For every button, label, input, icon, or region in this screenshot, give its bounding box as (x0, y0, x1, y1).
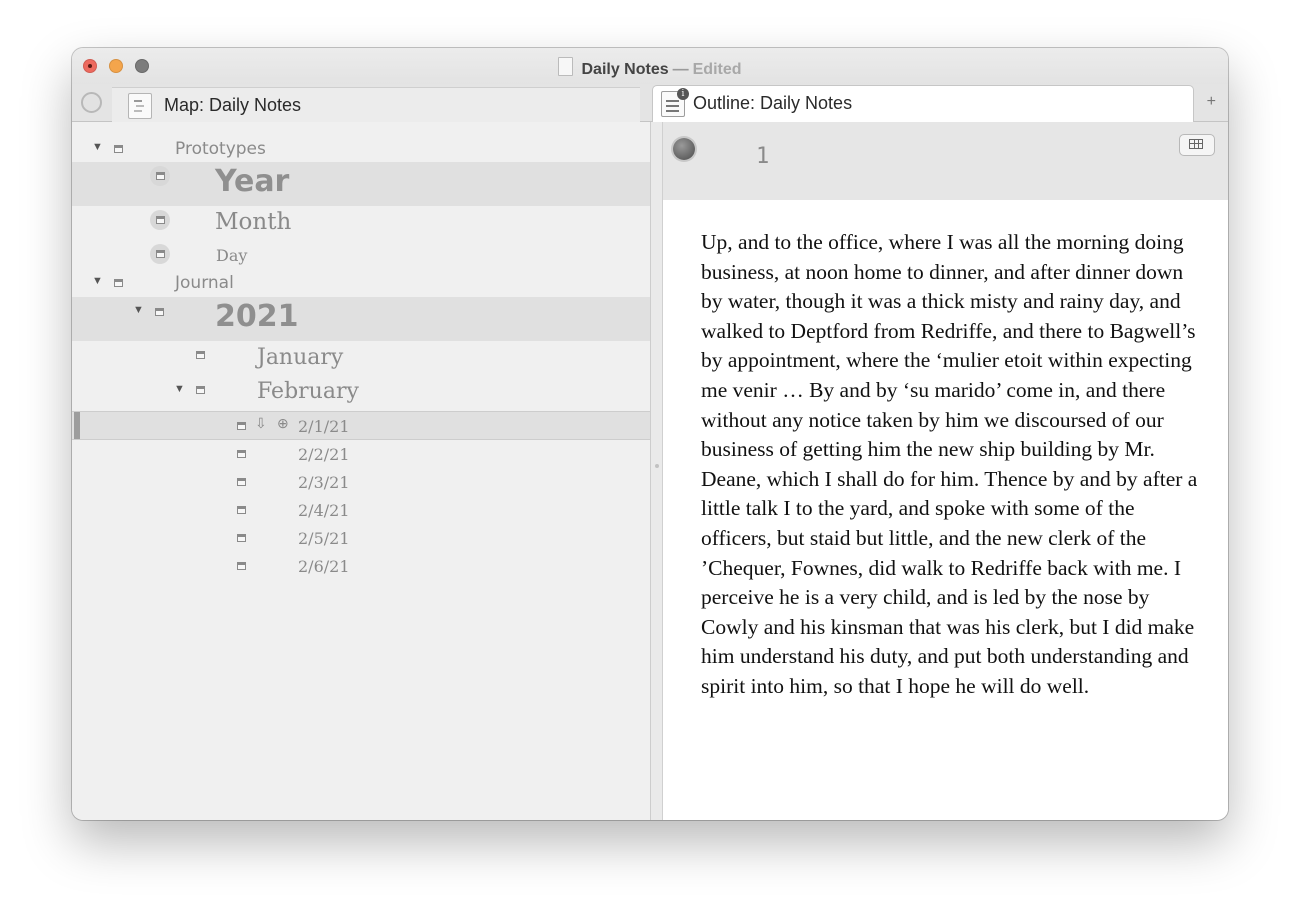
tab-outline[interactable]: i Outline: Daily Notes (652, 85, 1194, 122)
splitter-handle-icon[interactable] (655, 464, 659, 468)
window-title-text: Daily Notes (581, 61, 669, 78)
tab-map-label: Map: Daily Notes (164, 95, 302, 115)
outline-row-prototypes[interactable]: ▼ Prototypes (72, 134, 650, 160)
outline-item-icon (237, 422, 246, 430)
tab-outline-label: Outline: Daily Notes (693, 93, 853, 113)
outline-label: Prototypes (175, 139, 266, 159)
title-bar: Daily Notes — Edited (72, 48, 1228, 84)
outline-row-day[interactable]: Day (72, 243, 650, 269)
note-badge-icon[interactable] (673, 138, 695, 160)
prototype-badge-icon (150, 244, 170, 264)
disclosure-triangle-icon[interactable]: ▼ (92, 141, 103, 153)
outline-row-date[interactable]: 2/4/21 (72, 496, 650, 524)
outline-item-icon (237, 562, 246, 570)
note-text[interactable]: Up, and to the office, where I was all t… (701, 228, 1199, 702)
pane-splitter[interactable] (650, 122, 663, 820)
outline-row-date[interactable]: 2/5/21 (72, 524, 650, 552)
outline-row-date[interactable]: 2/3/21 (72, 468, 650, 496)
outline-row-january[interactable]: January (72, 343, 650, 375)
outline-item-icon (237, 450, 246, 458)
title-separator: — (672, 61, 689, 78)
arrow-down-icon[interactable]: ⇩ (255, 415, 267, 432)
document-icon (558, 57, 574, 76)
table-icon (1189, 139, 1203, 149)
tab-bar: Map: Daily Notes i Outline: Daily Notes … (72, 84, 1228, 122)
outline-label: 2/5/21 (298, 529, 350, 548)
selection-indicator (74, 412, 80, 439)
outline-item-icon (114, 279, 123, 287)
outline-row-journal[interactable]: ▼ Journal (72, 270, 650, 296)
info-badge-icon: i (677, 88, 689, 100)
disclosure-triangle-icon[interactable]: ▼ (174, 383, 185, 395)
outline-item-icon (156, 250, 165, 258)
outline-row-february[interactable]: ▼ February (72, 377, 650, 409)
outline-item-icon (156, 172, 165, 180)
add-tab-button[interactable]: + (1207, 93, 1216, 111)
outline-label: January (257, 345, 344, 370)
outline-item-icon (196, 386, 205, 394)
tab-map[interactable]: Map: Daily Notes (112, 87, 640, 122)
outline-item-icon (237, 534, 246, 542)
note-header: 1 (663, 122, 1228, 200)
outline-label: 2/4/21 (298, 501, 350, 520)
outline-label: 2/6/21 (298, 557, 350, 576)
outline-item-icon (156, 216, 165, 224)
outline-row-month[interactable]: Month (72, 208, 650, 242)
outline-item-icon (237, 506, 246, 514)
outline-pane: ▼ Prototypes Year Month Day ▼ Journal ▼ (72, 122, 650, 820)
prototype-badge-icon (150, 210, 170, 230)
outline-item-icon (155, 308, 164, 316)
add-circle-icon[interactable]: ⊕ (277, 415, 289, 432)
text-pane: 1 Up, and to the office, where I was all… (663, 122, 1228, 820)
edited-status: Edited (692, 61, 742, 78)
outline-row-date-selected[interactable]: ⇩ ⊕ 2/1/21 (72, 411, 650, 440)
outline-row-date[interactable]: 2/6/21 (72, 552, 650, 580)
outline-row-year[interactable]: Year (72, 162, 650, 206)
prototype-badge-icon (150, 166, 170, 186)
outline-item-icon (114, 145, 123, 153)
outline-item-icon (196, 351, 205, 359)
outline-item-icon (237, 478, 246, 486)
outline-row-date[interactable]: 2/2/21 (72, 440, 650, 468)
outline-label: February (257, 379, 359, 404)
outline-row-2021[interactable]: ▼ 2021 (72, 297, 650, 341)
note-title[interactable]: 1 (756, 144, 769, 169)
table-view-button[interactable] (1179, 134, 1215, 156)
disclosure-triangle-icon[interactable]: ▼ (133, 304, 144, 316)
outline-label: Month (215, 209, 292, 235)
map-icon (128, 93, 152, 119)
outline-label: Journal (175, 273, 234, 293)
outline-label: Year (215, 164, 290, 199)
disclosure-triangle-icon[interactable]: ▼ (92, 275, 103, 287)
tab-circle-button[interactable] (81, 92, 102, 113)
outline-label: 2/1/21 (298, 417, 350, 436)
outline-label: 2/2/21 (298, 445, 350, 464)
outline-label: 2/3/21 (298, 473, 350, 492)
window-title: Daily Notes — Edited (72, 57, 1228, 79)
outline-label: 2021 (215, 299, 299, 334)
outline-label: Day (216, 246, 248, 265)
app-window: Daily Notes — Edited Map: Daily Notes i Ou… (72, 48, 1228, 820)
